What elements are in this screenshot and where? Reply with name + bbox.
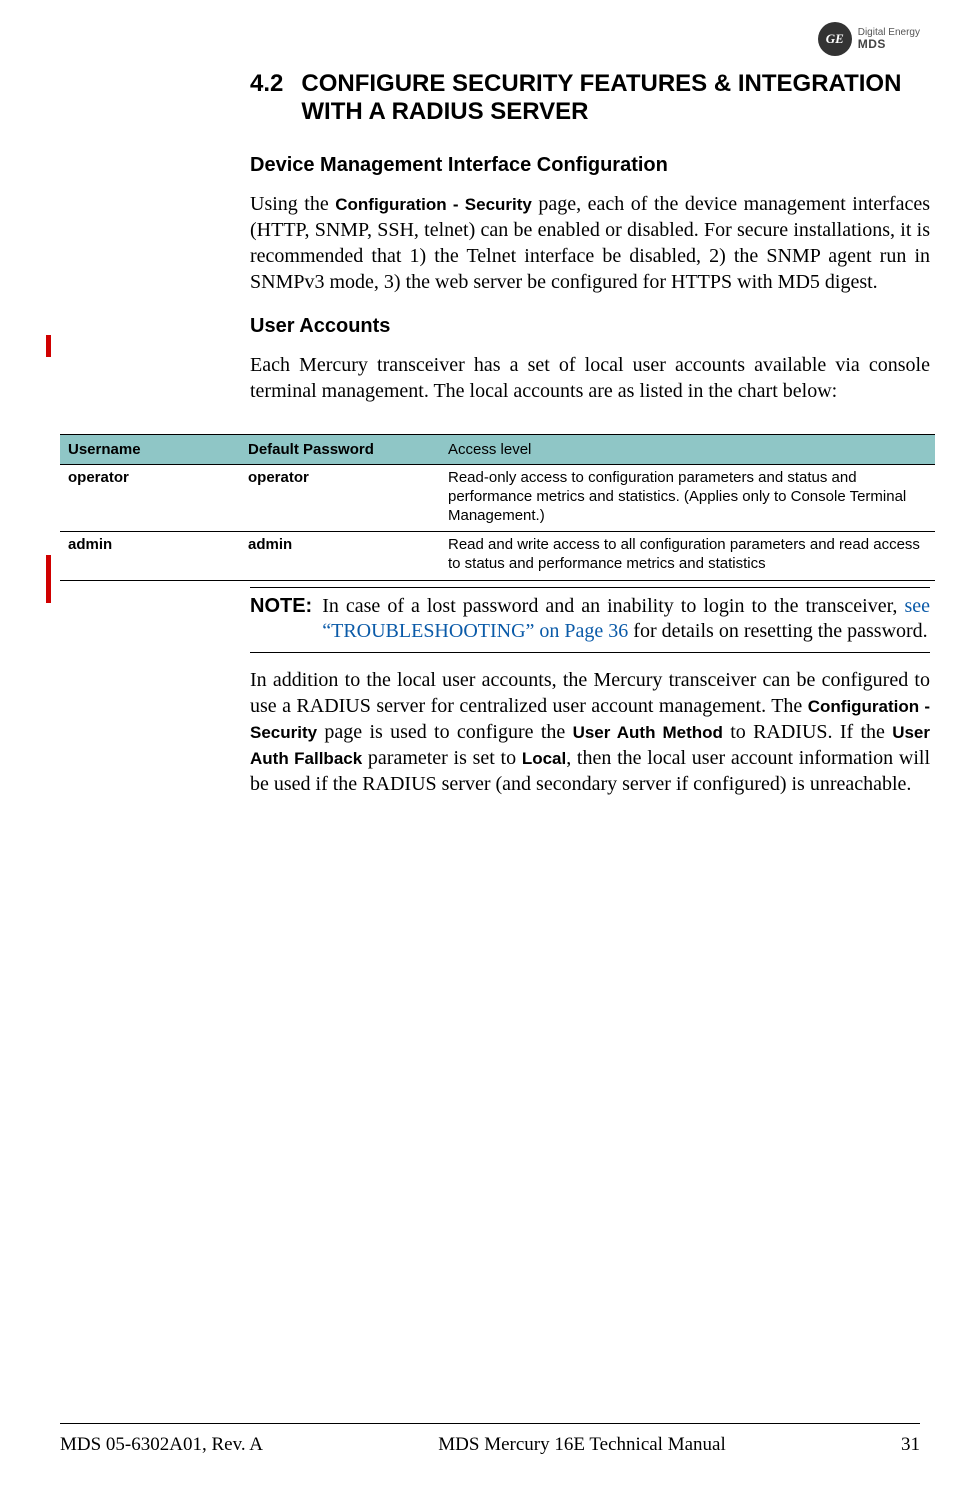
footer-docid: MDS 05-6302A01, Rev. A xyxy=(60,1434,263,1456)
footer-title: MDS Mercury 16E Technical Manual xyxy=(438,1434,725,1456)
text: to RADIUS. If the xyxy=(723,721,892,743)
paragraph: Using the Configuration - Security page,… xyxy=(250,191,930,295)
cell-password: admin xyxy=(240,532,440,581)
cell-access: Read-only access to configuration parame… xyxy=(440,465,935,532)
ui-path: Configuration - Security xyxy=(335,195,532,214)
subheading-user-accounts: User Accounts xyxy=(250,315,930,338)
note-body: In case of a lost password and an inabil… xyxy=(322,594,930,644)
table-row: operator operator Read-only access to co… xyxy=(60,465,935,532)
change-bar-icon xyxy=(46,335,51,357)
table-header-row: Username Default Password Access level xyxy=(60,435,935,465)
page-footer: MDS 05-6302A01, Rev. A MDS Mercury 16E T… xyxy=(60,1423,920,1456)
text: In case of a lost password and an inabil… xyxy=(322,595,904,617)
section-title: CONFIGURE SECURITY FEATURES & INTEGRATIO… xyxy=(301,70,930,126)
subheading-device-mgmt: Device Management Interface Configuratio… xyxy=(250,154,930,177)
user-accounts-table: Username Default Password Access level o… xyxy=(60,434,935,581)
change-bar-icon xyxy=(46,555,51,603)
col-access-level: Access level xyxy=(440,435,935,465)
brand-line2: MDS xyxy=(858,38,920,51)
cell-access: Read and write access to all configurati… xyxy=(440,532,935,581)
footer-page-number: 31 xyxy=(901,1434,920,1456)
ui-path: Local xyxy=(522,749,566,768)
text: Using the xyxy=(250,193,335,215)
section-number: 4.2 xyxy=(250,70,283,126)
col-username: Username xyxy=(60,435,240,465)
cell-username: admin xyxy=(60,532,240,581)
brand-logo: GE Digital Energy MDS xyxy=(818,22,920,56)
text: parameter is set to xyxy=(362,747,522,769)
paragraph: Each Mercury transceiver has a set of lo… xyxy=(250,352,930,404)
paragraph: In addition to the local user accounts, … xyxy=(250,667,930,797)
cell-username: operator xyxy=(60,465,240,532)
section-heading: 4.2 CONFIGURE SECURITY FEATURES & INTEGR… xyxy=(250,70,930,126)
ui-path: User Auth Method xyxy=(573,723,723,742)
table-row: admin admin Read and write access to all… xyxy=(60,532,935,581)
note-block: NOTE: In case of a lost password and an … xyxy=(250,587,930,653)
ge-monogram-icon: GE xyxy=(818,22,852,56)
note-label: NOTE: xyxy=(250,594,312,644)
text: for details on resetting the password. xyxy=(628,620,927,642)
brand-text: Digital Energy MDS xyxy=(858,27,920,51)
cell-password: operator xyxy=(240,465,440,532)
col-default-password: Default Password xyxy=(240,435,440,465)
text: page is used to configure the xyxy=(317,721,572,743)
